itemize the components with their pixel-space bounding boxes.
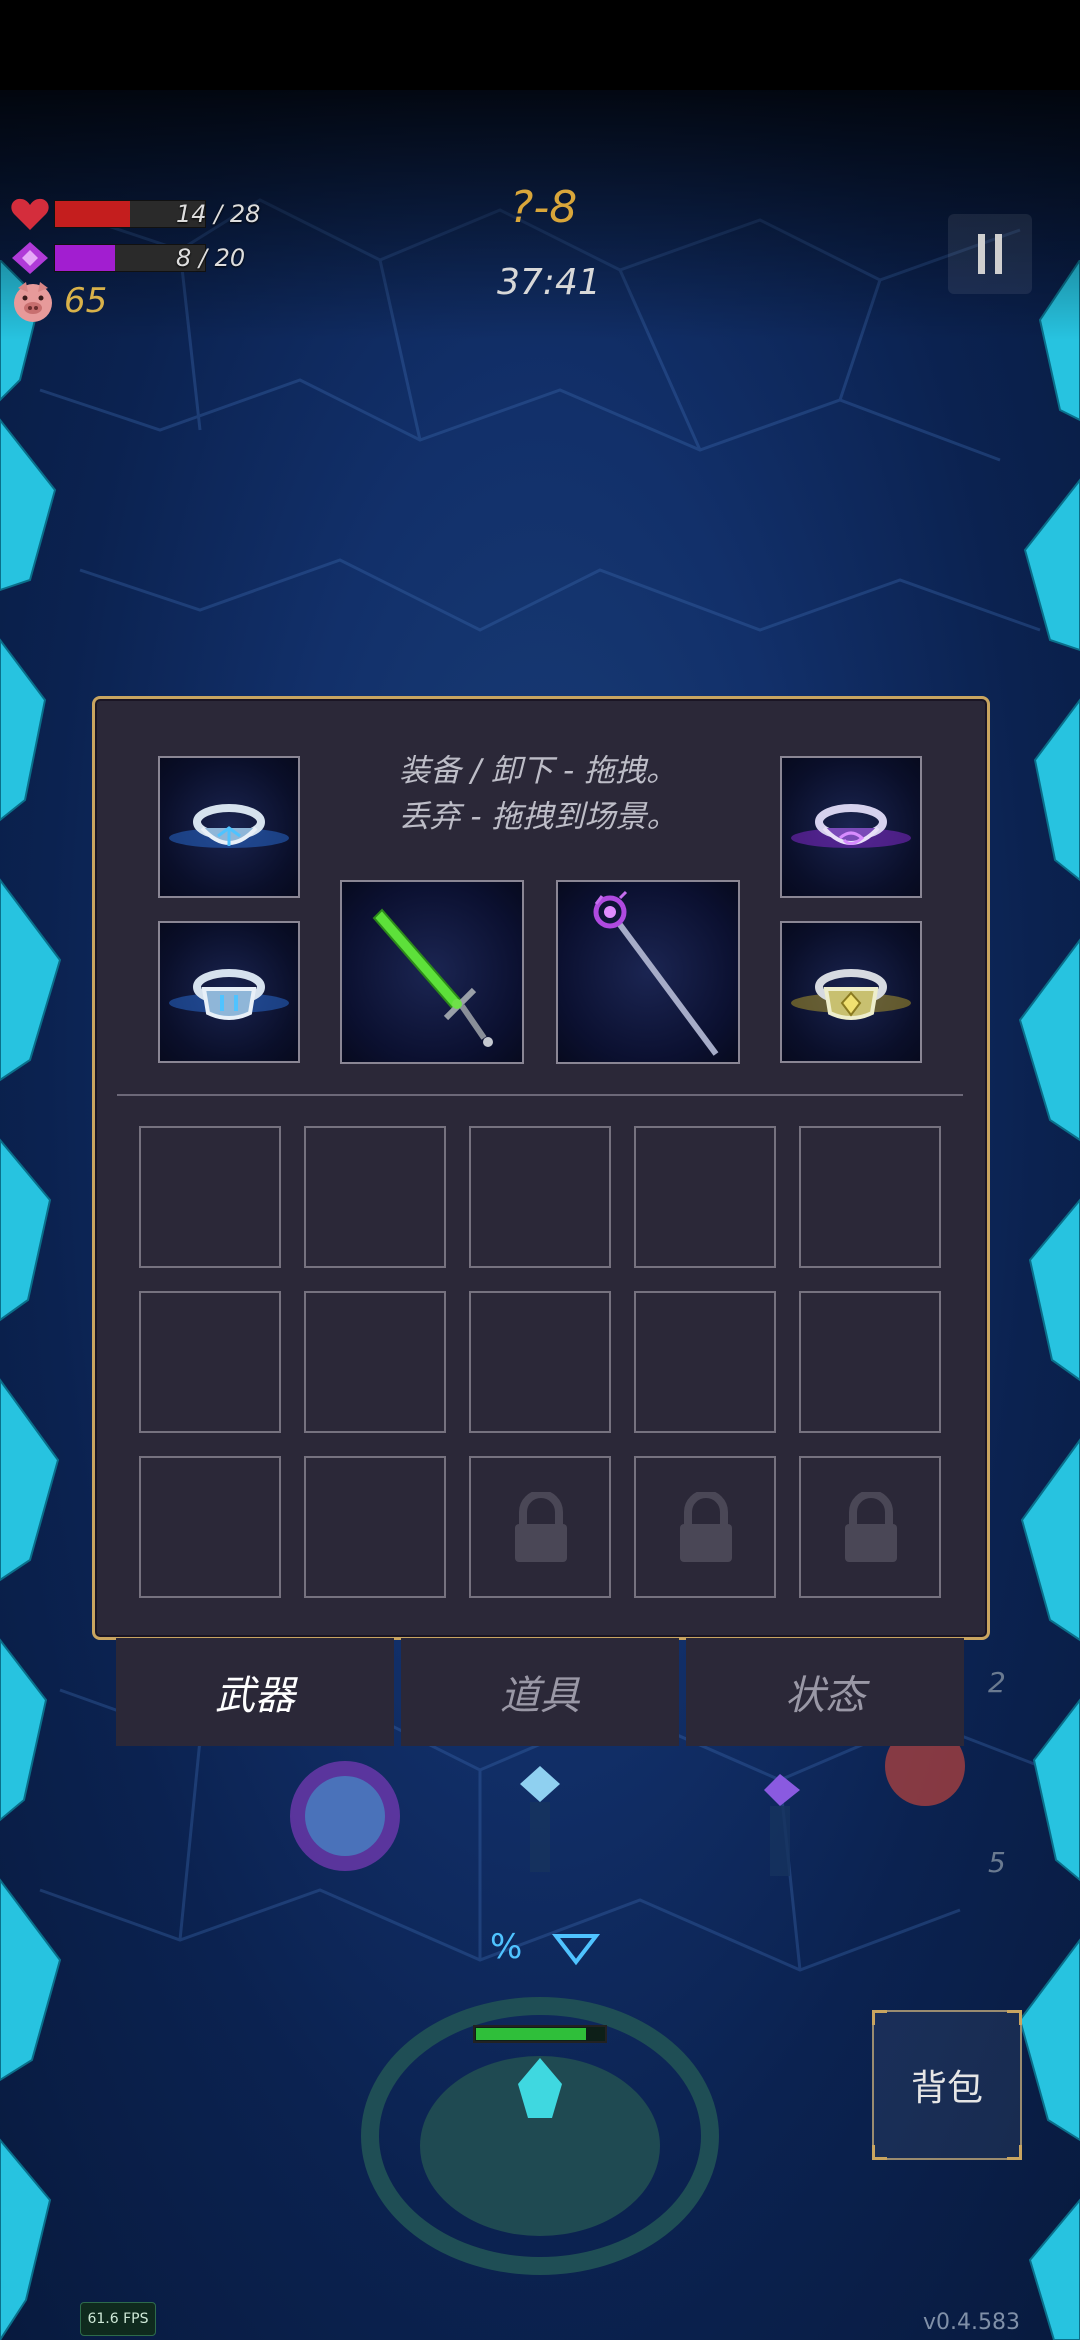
tab-status-label: 状态 <box>785 1673 865 1719</box>
inventory-slot-locked <box>469 1456 611 1598</box>
equip-slot-weapon-1[interactable] <box>340 880 524 1064</box>
inventory-slot[interactable] <box>634 1291 776 1433</box>
inventory-slot[interactable] <box>304 1291 446 1433</box>
player-health-fill <box>476 2028 586 2040</box>
inventory-slot[interactable] <box>304 1456 446 1598</box>
mana-row: 8 / 20 <box>10 240 245 276</box>
run-timer: 37:41 <box>497 262 601 303</box>
bag-corner-bl <box>872 2145 887 2160</box>
tab-items-label: 道具 <box>500 1673 580 1719</box>
inventory-slot[interactable] <box>634 1126 776 1268</box>
mana-text: 8 / 20 <box>176 244 246 272</box>
tab-items[interactable]: 道具 <box>401 1638 679 1746</box>
health-bar-fill <box>55 201 130 227</box>
equip-slot-weapon-2[interactable] <box>556 880 740 1064</box>
buff-percent-icon: % <box>490 1927 522 1967</box>
lock-icon <box>680 1492 732 1562</box>
health-text: 14 / 28 <box>176 200 261 228</box>
hint-line-discard: 丢弃 - 拖拽到场景。 <box>398 799 678 835</box>
tab-weapons[interactable]: 武器 <box>116 1638 394 1746</box>
lock-icon <box>515 1492 567 1562</box>
pause-icon-bar-left <box>978 234 985 274</box>
health-row: 14 / 28 <box>10 196 260 232</box>
side-number-bottom: 5 <box>988 1846 1006 1879</box>
gold-row: 65 <box>10 278 107 324</box>
lock-icon <box>845 1492 897 1562</box>
tab-weapons-label: 武器 <box>215 1673 295 1719</box>
blue-rune-ring-icon <box>169 804 289 848</box>
purple-staff-icon <box>593 890 719 1056</box>
buff-triangle-icon <box>551 1934 601 1966</box>
level-indicator: ?-8 <box>510 182 578 233</box>
inventory-slot[interactable] <box>304 1126 446 1268</box>
inventory-slot[interactable] <box>469 1126 611 1268</box>
inventory-hint: 装备 / 卸下 - 拖拽。 丢弃 - 拖拽到场景。 <box>283 748 793 840</box>
tab-status[interactable]: 状态 <box>686 1638 964 1746</box>
equip-slot-ring-bottom-right[interactable] <box>780 921 922 1063</box>
inventory-slot[interactable] <box>139 1291 281 1433</box>
fps-counter: 61.6 FPS <box>80 2302 156 2336</box>
bag-label: 背包 <box>910 2068 983 2109</box>
inventory-divider <box>117 1094 963 1096</box>
status-bar-area <box>0 0 1080 90</box>
pause-icon-bar-right <box>995 234 1002 274</box>
bag-corner-br <box>1007 2145 1022 2160</box>
mana-bar-fill <box>55 245 115 271</box>
heart-icon <box>11 198 49 230</box>
bag-corner-tr <box>1007 2010 1022 2025</box>
equip-slot-ring-top-right[interactable] <box>780 756 922 898</box>
inventory-slot[interactable] <box>139 1126 281 1268</box>
version-label: v0.4.583 <box>923 2310 1020 2335</box>
purple-swirl-ring-icon <box>791 804 911 848</box>
gold-gem-ring-icon <box>791 969 911 1020</box>
equip-slot-ring-bottom-left[interactable] <box>158 921 300 1063</box>
blue-shield-ring-icon <box>169 969 289 1020</box>
inventory-slot[interactable] <box>799 1126 941 1268</box>
pause-button[interactable] <box>948 214 1032 294</box>
gold-count: 65 <box>64 281 108 321</box>
inventory-slot[interactable] <box>799 1291 941 1433</box>
mana-diamond-icon <box>12 242 48 274</box>
bag-corner-tl <box>872 2010 887 2025</box>
pig-icon <box>14 282 52 322</box>
inventory-slot-locked <box>799 1456 941 1598</box>
inventory-slot-locked <box>634 1456 776 1598</box>
side-number-top: 2 <box>988 1666 1006 1699</box>
equip-slot-ring-top-left[interactable] <box>158 756 300 898</box>
green-sword-icon <box>372 908 493 1047</box>
bag-button[interactable]: 背包 <box>872 2010 1022 2160</box>
inventory-slot[interactable] <box>139 1456 281 1598</box>
hint-line-equip: 装备 / 卸下 - 拖拽。 <box>398 753 678 789</box>
inventory-slot[interactable] <box>469 1291 611 1433</box>
